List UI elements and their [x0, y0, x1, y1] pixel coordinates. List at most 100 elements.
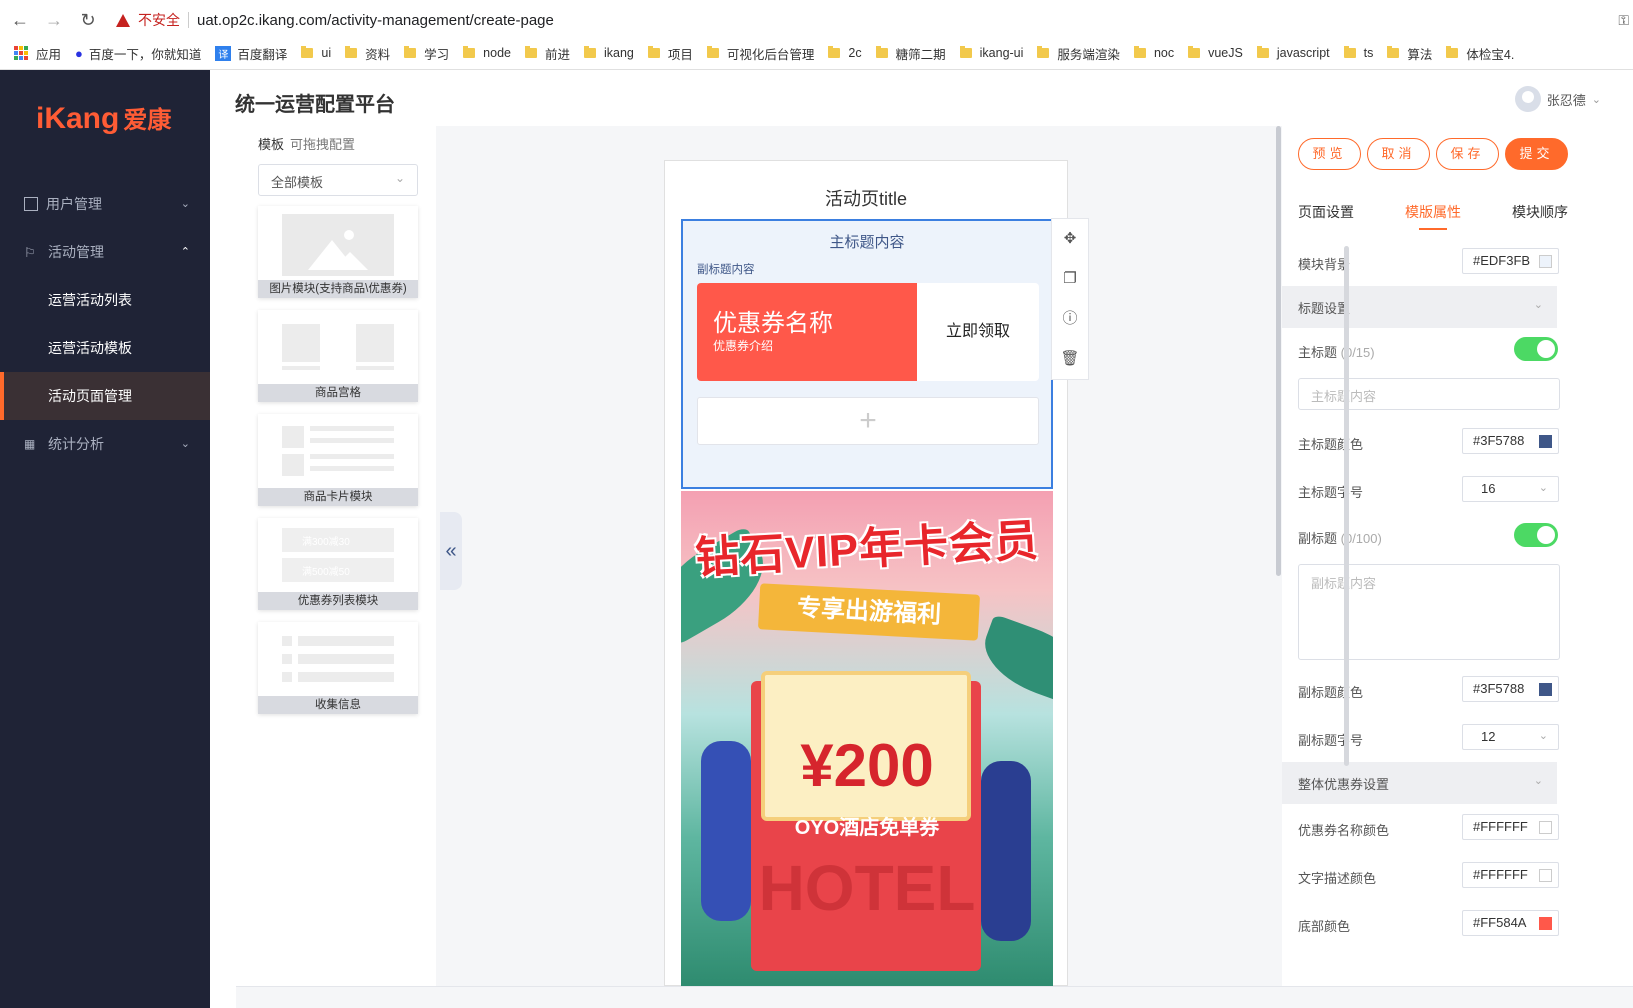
banner-hotel: HOTEL: [758, 852, 976, 924]
bookmark-item[interactable]: 项目: [647, 44, 693, 63]
color-swatch[interactable]: [1539, 821, 1552, 834]
settings-scrollbar[interactable]: [1344, 246, 1349, 766]
coupon-placeholder-line: 满500减50: [282, 558, 394, 582]
bookmark-item[interactable]: ● 百度一下，你就知道: [75, 44, 201, 63]
bookmark-item[interactable]: 可视化后台管理: [706, 44, 814, 63]
main-title-input[interactable]: 主标题内容: [1298, 378, 1560, 410]
avatar: [1514, 86, 1541, 112]
main-title-color-input[interactable]: #3F5788: [1462, 428, 1559, 454]
folder-icon: [1387, 46, 1400, 58]
color-swatch[interactable]: [1539, 255, 1552, 268]
bookmark-item[interactable]: ikang-ui: [959, 46, 1023, 60]
sub-title-size-select[interactable]: 12 ⌄: [1462, 724, 1559, 750]
module-main-title: 主标题内容: [829, 234, 905, 251]
bookmark-item[interactable]: 服务端渲染: [1037, 44, 1120, 63]
template-card-product-grid[interactable]: 商品宫格: [258, 310, 418, 402]
bookmark-item[interactable]: node: [463, 46, 511, 60]
bookmark-item[interactable]: ts: [1343, 46, 1373, 60]
warning-icon: [116, 13, 130, 27]
bookmark-item[interactable]: vueJS: [1188, 46, 1243, 60]
sidebar-item-activity-template[interactable]: 运营活动模板: [0, 324, 210, 372]
bookmark-item[interactable]: 前进: [524, 44, 570, 63]
bookmark-item[interactable]: noc: [1133, 46, 1174, 60]
sub-title-textarea[interactable]: 副标题内容: [1298, 564, 1560, 660]
sidebar-item-activity-list[interactable]: 运营活动列表: [0, 276, 210, 324]
folder-icon: [959, 46, 972, 58]
color-swatch[interactable]: [1539, 435, 1552, 448]
color-swatch[interactable]: [1539, 683, 1552, 696]
color-swatch[interactable]: [1539, 869, 1552, 882]
url-text[interactable]: uat.op2c.ikang.com/activity-management/c…: [197, 12, 554, 29]
action-buttons: 预览 取消 保存 提交: [1298, 138, 1574, 170]
coupon-name-color-input[interactable]: #FFFFFF: [1462, 814, 1559, 840]
template-card-image[interactable]: 图片模块(支持商品\优惠券): [258, 206, 418, 298]
vip-banner-image[interactable]: 钻石VIP年卡会员 专享出游福利 ¥200 OYO酒店免单券 HOTEL: [681, 491, 1053, 987]
bookmark-item[interactable]: 2c: [828, 46, 862, 60]
sidebar-item-page-management[interactable]: 活动页面管理: [0, 372, 210, 420]
sub-title-color-label: 副标题颜色: [1298, 685, 1364, 700]
sidebar-item-activity-management[interactable]: ⚐ 活动管理 ⌃: [0, 228, 210, 276]
template-card-product-card[interactable]: 商品卡片模块: [258, 414, 418, 506]
user-menu[interactable]: 张忍德 ⌄: [1514, 86, 1601, 112]
bookmark-item[interactable]: ikang: [584, 46, 634, 60]
tab-template-props[interactable]: 模版属性: [1405, 202, 1461, 238]
flag-icon: ⚐: [24, 245, 36, 260]
submit-button[interactable]: 提交: [1505, 138, 1568, 170]
template-card-coupon-list[interactable]: 满300减30 满500减50 优惠券列表模块: [258, 518, 418, 610]
save-button[interactable]: 保存: [1436, 138, 1499, 170]
bookmark-item[interactable]: 糖筛二期: [875, 44, 946, 63]
main-title-size-select[interactable]: 16 ⌄: [1462, 476, 1559, 502]
coupon-module-selected[interactable]: 主标题内容 副标题内容 优惠券名称 优惠券介绍 立即领取 +: [681, 219, 1053, 489]
folder-icon: [1343, 46, 1356, 58]
bookmark-item[interactable]: 资料: [345, 44, 390, 63]
folder-icon: [875, 46, 888, 58]
coupon-name: 优惠券名称: [713, 310, 833, 337]
canvas-scrollbar[interactable]: [1276, 126, 1281, 576]
color-swatch[interactable]: [1539, 917, 1552, 930]
back-icon[interactable]: ←: [6, 10, 34, 31]
move-icon[interactable]: ✥: [1052, 219, 1088, 259]
app-header: 统一运营配置平台 张忍德 ⌄: [210, 70, 1633, 126]
key-icon[interactable]: ⚿: [1618, 12, 1629, 29]
sidebar-item-statistics[interactable]: ▦ 统计分析 ⌄: [0, 420, 210, 468]
bottom-color-input[interactable]: #FF584A: [1462, 910, 1559, 936]
help-icon[interactable]: ⓘ: [1052, 299, 1088, 339]
tab-module-order[interactable]: 模块顺序: [1512, 202, 1568, 238]
delete-icon[interactable]: 🗑: [1052, 339, 1088, 379]
template-card-collect-info[interactable]: 收集信息: [258, 622, 418, 714]
folder-icon: [404, 46, 417, 58]
template-filter-select[interactable]: 全部模板 ⌄: [258, 164, 418, 196]
sub-title-size-label: 副标题字号: [1298, 733, 1364, 748]
bookmark-item[interactable]: 体检宝4.: [1446, 44, 1514, 63]
banner-price: ¥200: [800, 732, 934, 799]
bookmark-item[interactable]: javascript: [1256, 46, 1330, 60]
bookmark-item[interactable]: 算法: [1387, 44, 1432, 63]
title-settings-section[interactable]: 标题设置 ⌄: [1282, 286, 1557, 328]
sub-title-toggle[interactable]: [1514, 523, 1558, 547]
bookmark-apps[interactable]: 应用: [14, 44, 61, 63]
module-bg-label: 模块背景: [1298, 257, 1351, 272]
preview-button[interactable]: 预览: [1298, 138, 1361, 170]
cancel-button[interactable]: 取消: [1367, 138, 1430, 170]
coupon-card[interactable]: 优惠券名称 优惠券介绍 立即领取: [697, 283, 1039, 381]
coupon-name-color-label: 优惠券名称颜色: [1298, 823, 1390, 838]
list-placeholder-icon: [282, 426, 304, 448]
module-toolbar: ✥ ❐ ⓘ 🗑: [1051, 218, 1089, 380]
bookmark-item[interactable]: 学习: [404, 44, 449, 63]
forward-icon[interactable]: →: [40, 10, 68, 31]
tab-page-settings[interactable]: 页面设置: [1298, 202, 1354, 238]
coupon-claim-button[interactable]: 立即领取: [917, 283, 1039, 381]
sidebar-item-user-management[interactable]: 用户管理 ⌄: [0, 180, 210, 228]
sub-title-color-input[interactable]: #3F5788: [1462, 676, 1559, 702]
text-desc-color-input[interactable]: #FFFFFF: [1462, 862, 1559, 888]
collapse-panel-button[interactable]: «: [440, 512, 462, 590]
bookmark-item[interactable]: ui: [301, 46, 331, 60]
reload-icon[interactable]: ↻: [74, 10, 102, 31]
coupon-settings-section[interactable]: 整体优惠券设置 ⌄: [1282, 762, 1557, 804]
module-bg-color-input[interactable]: #EDF3FB: [1462, 248, 1559, 274]
add-coupon-button[interactable]: +: [697, 397, 1039, 445]
security-warning[interactable]: 不安全: [116, 10, 180, 30]
bookmark-item[interactable]: 译百度翻译: [215, 44, 287, 63]
copy-icon[interactable]: ❐: [1052, 259, 1088, 299]
main-title-toggle[interactable]: [1514, 337, 1558, 361]
